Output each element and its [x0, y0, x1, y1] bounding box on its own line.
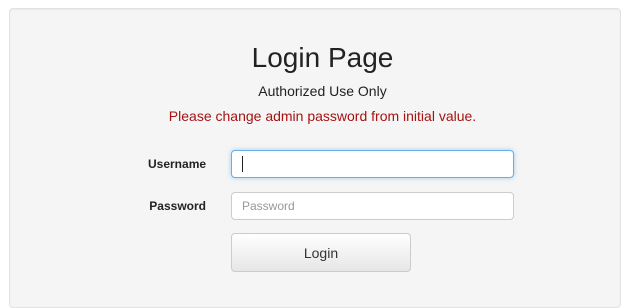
username-input[interactable] — [231, 150, 514, 178]
password-input[interactable] — [231, 192, 514, 220]
password-label: Password — [149, 199, 206, 213]
page-subtitle: Authorized Use Only — [258, 83, 387, 99]
password-warning-message: Please change admin password from initia… — [168, 108, 477, 124]
page-title: Login Page — [251, 42, 394, 73]
login-button[interactable]: Login — [231, 233, 411, 272]
username-label: Username — [148, 157, 207, 171]
text-cursor — [242, 156, 243, 172]
